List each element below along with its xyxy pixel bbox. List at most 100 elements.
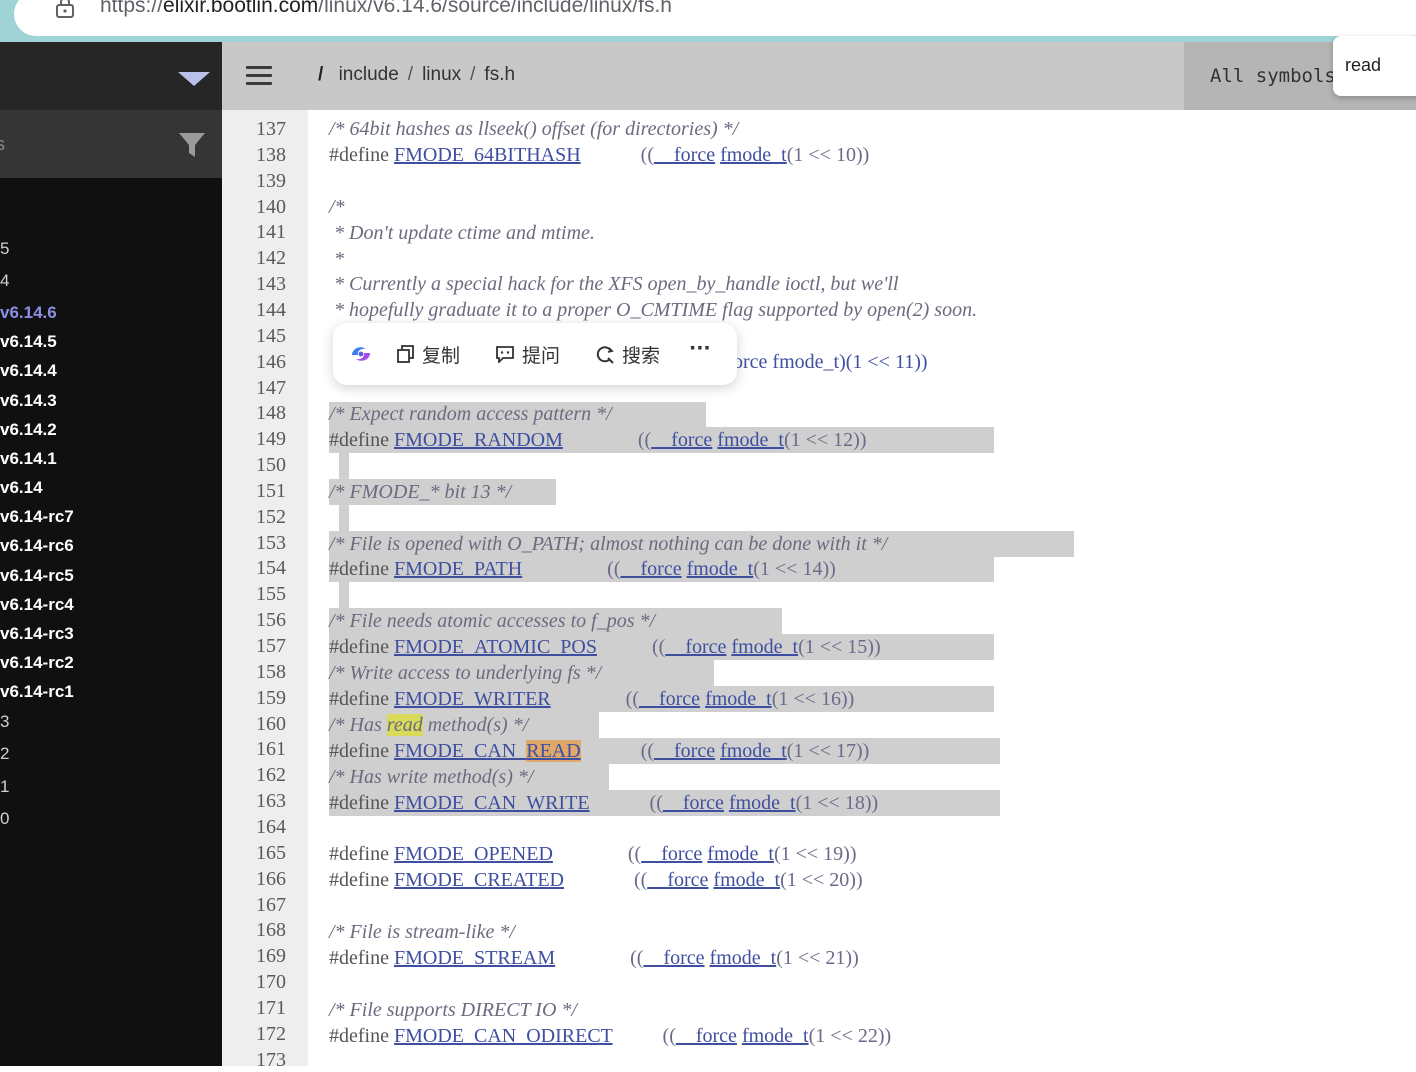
ask-icon[interactable] <box>495 345 515 363</box>
line-number[interactable]: 155 <box>222 582 286 606</box>
url-text[interactable]: https://elixir.bootlin.com/linux/v6.14.6… <box>100 0 672 18</box>
search-icon[interactable] <box>595 345 615 365</box>
keyword-link[interactable]: __force <box>641 843 702 865</box>
breadcrumb-item-linux[interactable]: linux <box>422 64 461 85</box>
more-icon[interactable]: ··· <box>689 337 711 359</box>
line-number[interactable]: 142 <box>222 246 286 270</box>
line-number[interactable]: 160 <box>222 712 286 736</box>
symbol-type-select[interactable]: All symbols <box>1210 65 1336 87</box>
version-item[interactable]: 0 <box>0 809 9 829</box>
line-number[interactable]: 147 <box>222 376 286 400</box>
type-link[interactable]: fmode_t <box>710 947 777 969</box>
type-link[interactable]: fmode_t <box>720 740 787 762</box>
line-number[interactable]: 141 <box>222 220 286 244</box>
keyword-link[interactable]: __force <box>654 740 715 762</box>
line-number[interactable]: 151 <box>222 479 286 503</box>
search-input[interactable]: read <box>1333 36 1416 96</box>
version-item[interactable]: v6.14-rc5 <box>0 566 74 586</box>
ask-button[interactable]: 提问 <box>522 341 560 368</box>
line-number[interactable]: 149 <box>222 427 286 451</box>
line-number[interactable]: 162 <box>222 763 286 787</box>
type-link[interactable]: fmode_t <box>729 792 796 814</box>
type-link[interactable]: fmode_t <box>707 843 774 865</box>
line-number[interactable]: 169 <box>222 944 286 968</box>
line-number[interactable]: 166 <box>222 867 286 891</box>
version-item[interactable]: 1 <box>0 777 9 797</box>
macro-name[interactable]: FMODE_CAN_ODIRECT <box>394 1025 613 1047</box>
macro-name[interactable]: FMODE_PATH <box>394 558 522 580</box>
macro-name[interactable]: FMODE_CAN_WRITE <box>394 792 590 814</box>
line-number[interactable]: 138 <box>222 143 286 167</box>
keyword-link[interactable]: __force <box>654 144 715 166</box>
search-match[interactable]: READ <box>526 740 581 762</box>
search-button[interactable]: 搜索 <box>622 341 660 368</box>
keyword-link[interactable]: __force <box>663 792 724 814</box>
project-selector[interactable] <box>0 42 222 110</box>
type-link[interactable]: fmode_t <box>687 558 754 580</box>
macro-name[interactable]: FMODE_OPENED <box>394 843 553 865</box>
menu-icon[interactable] <box>246 66 272 86</box>
version-item[interactable]: v6.14 <box>0 478 43 498</box>
macro-name[interactable]: FMODE_CAN_ <box>394 740 526 762</box>
line-number[interactable]: 163 <box>222 789 286 813</box>
line-number[interactable]: 164 <box>222 815 286 839</box>
version-item[interactable]: v6.14-rc1 <box>0 682 74 702</box>
breadcrumb-item-include[interactable]: include <box>339 64 399 85</box>
version-item[interactable]: v6.14-rc4 <box>0 595 74 615</box>
search-input-value[interactable]: read <box>1345 55 1381 76</box>
line-number[interactable]: 152 <box>222 505 286 529</box>
keyword-link[interactable]: __force <box>621 558 682 580</box>
macro-name[interactable]: FMODE_RANDOM <box>394 429 563 451</box>
line-number[interactable]: 173 <box>222 1048 286 1072</box>
type-link[interactable]: fmode_t <box>720 144 787 166</box>
version-item[interactable]: 2 <box>0 744 9 764</box>
keyword-link[interactable]: __force <box>665 636 726 658</box>
version-item[interactable]: v6.14-rc6 <box>0 536 74 556</box>
keyword-link[interactable]: __force <box>639 688 700 710</box>
type-link[interactable]: fmode_t <box>742 1025 809 1047</box>
keyword-link[interactable]: __force <box>676 1025 737 1047</box>
version-item[interactable]: 5 <box>0 239 9 259</box>
line-number[interactable]: 143 <box>222 272 286 296</box>
version-item[interactable]: v6.14-rc3 <box>0 624 74 644</box>
chevron-down-icon[interactable] <box>178 72 210 86</box>
line-number[interactable]: 153 <box>222 531 286 555</box>
version-item[interactable]: v6.14.2 <box>0 420 57 440</box>
line-number[interactable]: 161 <box>222 737 286 761</box>
keyword-link[interactable]: __force <box>643 947 704 969</box>
version-filter[interactable]: s <box>0 110 222 178</box>
type-link[interactable]: fmode_t <box>731 636 798 658</box>
version-item[interactable]: v6.14.3 <box>0 391 57 411</box>
line-number[interactable]: 165 <box>222 841 286 865</box>
line-number[interactable]: 172 <box>222 1022 286 1046</box>
type-link[interactable]: fmode_t <box>705 688 772 710</box>
keyword-link[interactable]: __force <box>651 429 712 451</box>
version-filter-input[interactable]: s <box>0 134 5 155</box>
keyword-link[interactable]: __force <box>647 869 708 891</box>
version-item[interactable]: 4 <box>0 271 9 291</box>
line-number[interactable]: 144 <box>222 298 286 322</box>
line-number[interactable]: 139 <box>222 169 286 193</box>
type-link[interactable]: fmode_t <box>717 429 784 451</box>
filter-icon[interactable] <box>178 132 206 158</box>
line-number[interactable]: 158 <box>222 660 286 684</box>
version-item[interactable]: v6.14.1 <box>0 449 57 469</box>
line-number[interactable]: 157 <box>222 634 286 658</box>
line-number[interactable]: 148 <box>222 401 286 425</box>
version-item[interactable]: v6.14-rc7 <box>0 507 74 527</box>
line-number[interactable]: 146 <box>222 350 286 374</box>
line-number[interactable]: 168 <box>222 918 286 942</box>
macro-name[interactable]: FMODE_64BITHASH <box>394 144 581 166</box>
version-item[interactable]: v6.14.6 <box>0 303 57 323</box>
line-number[interactable]: 137 <box>222 117 286 141</box>
copy-button[interactable]: 复制 <box>422 341 460 368</box>
version-item[interactable]: v6.14.4 <box>0 361 57 381</box>
macro-name[interactable]: FMODE_STREAM <box>394 947 555 969</box>
line-number[interactable]: 159 <box>222 686 286 710</box>
url-field[interactable]: https://elixir.bootlin.com/linux/v6.14.6… <box>14 0 1416 36</box>
line-number[interactable]: 154 <box>222 556 286 580</box>
version-item[interactable]: v6.14.5 <box>0 332 57 352</box>
copy-icon[interactable] <box>397 345 415 363</box>
breadcrumb-root[interactable]: / <box>318 64 323 85</box>
macro-name[interactable]: FMODE_WRITER <box>394 688 551 710</box>
